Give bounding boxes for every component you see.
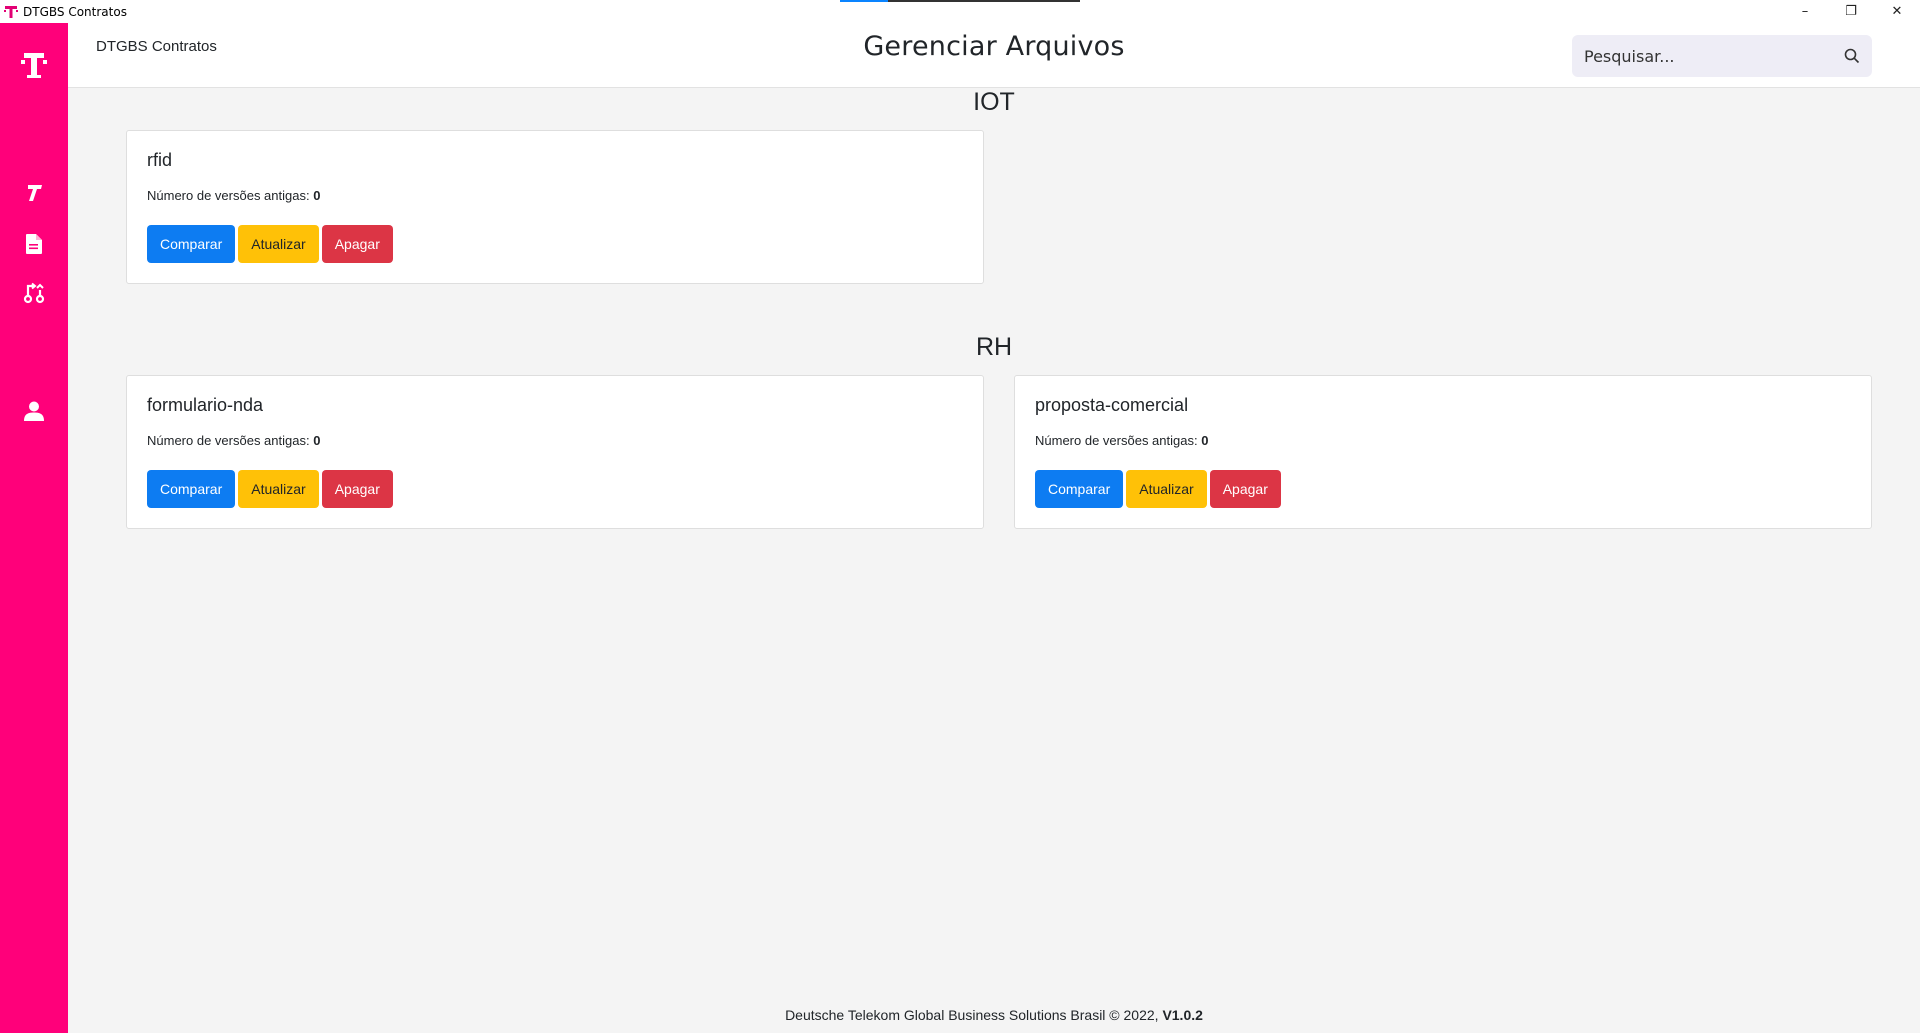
section-title-iot: IOT xyxy=(973,88,1015,116)
section-title-rh: RH xyxy=(975,333,1013,361)
old-versions-value: 0 xyxy=(313,188,321,203)
delete-button[interactable]: Apagar xyxy=(1209,470,1281,508)
footer: Deutsche Telekom Global Business Solutio… xyxy=(68,1007,1920,1023)
search-icon[interactable] xyxy=(1842,46,1862,66)
old-versions-count: Número de versões antigas: 0 xyxy=(147,188,320,203)
old-versions-value: 0 xyxy=(313,433,321,448)
old-versions-value: 0 xyxy=(1201,433,1209,448)
window-titlebar: DTGBS Contratos – ❐ ✕ xyxy=(0,0,1920,23)
update-button[interactable]: Atualizar xyxy=(1126,470,1207,508)
sidebar-item-templates[interactable] xyxy=(0,175,68,215)
delete-button[interactable]: Apagar xyxy=(321,470,393,508)
file-name: rfid xyxy=(147,150,173,170)
app-version: V1.0.2 xyxy=(1162,1007,1203,1023)
telekom-app-icon xyxy=(3,4,19,20)
footer-text: Deutsche Telekom Global Business Solutio… xyxy=(785,1007,1163,1023)
file-actions: Comparar Atualizar Apagar xyxy=(147,225,393,263)
minimize-button[interactable]: – xyxy=(1782,0,1828,23)
file-name: formulario-nda xyxy=(147,395,264,415)
sidebar xyxy=(0,23,68,1033)
sidebar-item-compare[interactable] xyxy=(0,275,68,315)
update-button[interactable]: Atualizar xyxy=(238,470,319,508)
file-card-proposta-comercial: proposta-comercial Número de versões ant… xyxy=(1014,375,1872,529)
old-versions-label: Número de versões antigas: xyxy=(147,433,314,448)
update-button[interactable]: Atualizar xyxy=(238,225,319,263)
delete-button[interactable]: Apagar xyxy=(321,225,393,263)
file-actions: Comparar Atualizar Apagar xyxy=(147,470,393,508)
templates-icon xyxy=(24,183,44,208)
file-icon xyxy=(26,233,42,259)
loading-bar xyxy=(840,0,1080,2)
window-title: DTGBS Contratos xyxy=(23,4,127,19)
top-header: DTGBS Contratos Gerenciar Arquivos xyxy=(68,23,1920,88)
close-button[interactable]: ✕ xyxy=(1874,0,1920,23)
maximize-button[interactable]: ❐ xyxy=(1828,0,1874,23)
old-versions-count: Número de versões antigas: 0 xyxy=(147,433,320,448)
compare-icon xyxy=(23,282,45,309)
file-name: proposta-comercial xyxy=(1035,395,1189,415)
compare-button[interactable]: Comparar xyxy=(147,470,236,508)
compare-button[interactable]: Comparar xyxy=(147,225,236,263)
file-actions: Comparar Atualizar Apagar xyxy=(1035,470,1281,508)
file-card-formulario-nda: formulario-nda Número de versões antigas… xyxy=(126,375,984,529)
old-versions-label: Número de versões antigas: xyxy=(1035,433,1202,448)
sidebar-item-files[interactable] xyxy=(0,226,68,266)
telekom-logo-icon xyxy=(21,51,47,84)
old-versions-label: Número de versões antigas: xyxy=(147,188,314,203)
search-input[interactable] xyxy=(1572,36,1822,76)
search-box xyxy=(1572,35,1872,77)
user-icon xyxy=(24,401,44,426)
file-card-rfid: rfid Número de versões antigas: 0 Compar… xyxy=(126,130,984,284)
old-versions-count: Número de versões antigas: 0 xyxy=(1035,433,1208,448)
sidebar-item-user[interactable] xyxy=(0,393,68,433)
sidebar-item-home[interactable] xyxy=(0,44,68,90)
compare-button[interactable]: Comparar xyxy=(1035,470,1124,508)
